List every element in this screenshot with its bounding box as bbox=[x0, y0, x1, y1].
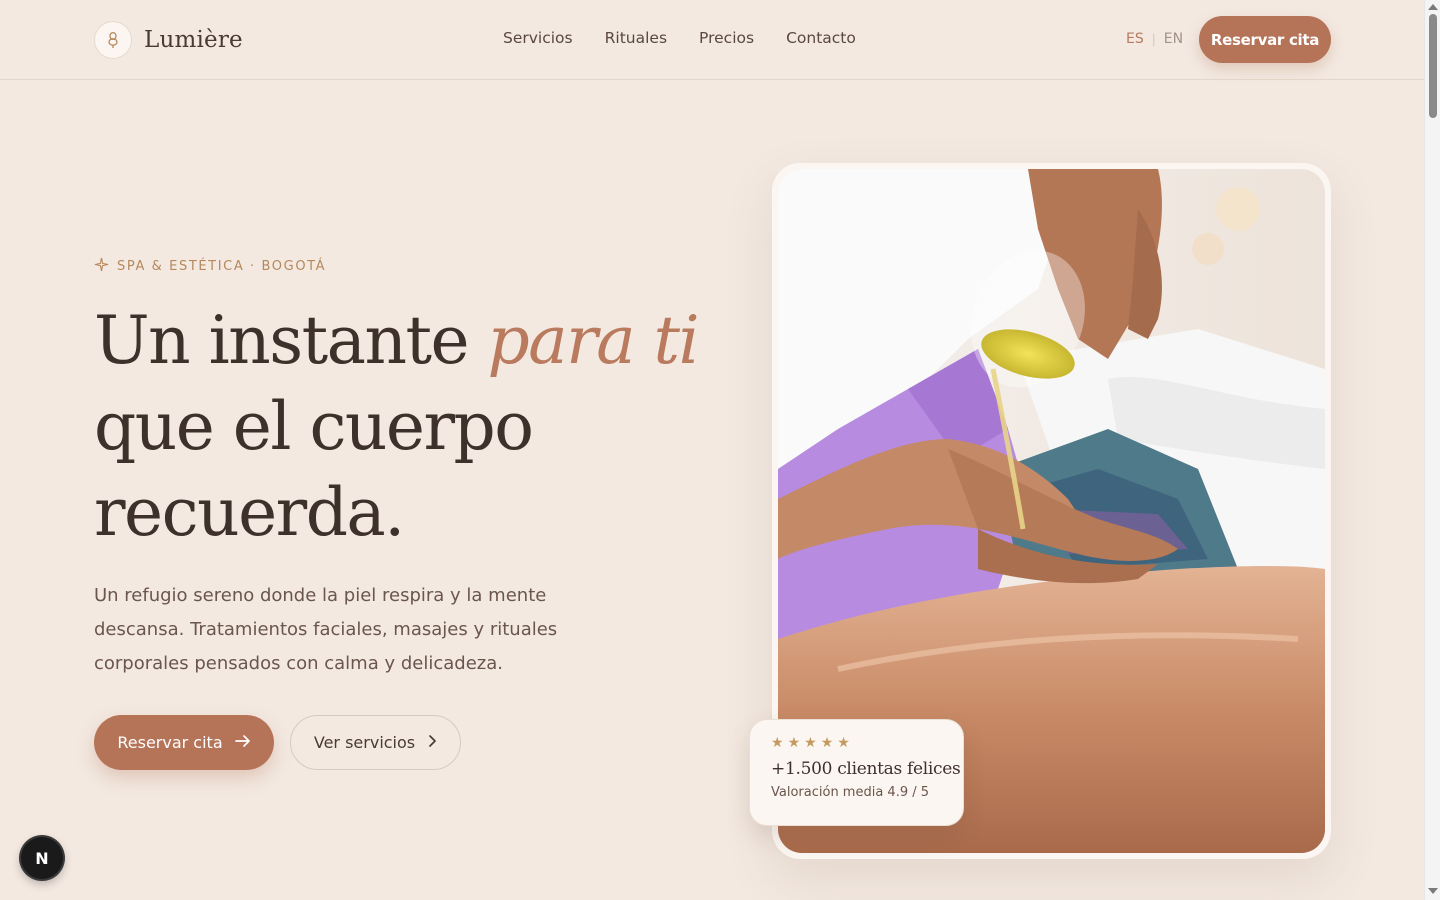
chevron-right-icon bbox=[427, 733, 437, 752]
lang-en[interactable]: EN bbox=[1164, 31, 1183, 47]
scroll-thumb[interactable] bbox=[1429, 14, 1437, 118]
lotus-icon bbox=[94, 21, 132, 59]
nav-precios[interactable]: Precios bbox=[699, 29, 754, 47]
title-part3: recuerda. bbox=[94, 474, 405, 551]
hero-description: Un refugio sereno donde la piel respira … bbox=[94, 585, 558, 674]
lang-separator: | bbox=[1151, 32, 1156, 46]
nav-rituales[interactable]: Rituales bbox=[605, 29, 667, 47]
title-part1: Un instante bbox=[94, 302, 488, 379]
star-icon: ★ bbox=[837, 735, 850, 751]
scroll-up-icon[interactable] bbox=[1428, 4, 1438, 10]
brand[interactable]: Lumière bbox=[94, 21, 243, 59]
star-icon: ★ bbox=[804, 735, 817, 751]
book-button-label: Reservar cita bbox=[117, 733, 223, 752]
language-switcher: ES | EN bbox=[1126, 31, 1183, 47]
header-book-button[interactable]: Reservar cita bbox=[1199, 16, 1331, 63]
book-appointment-button[interactable]: Reservar cita bbox=[94, 715, 274, 770]
scroll-down-icon[interactable] bbox=[1428, 888, 1438, 894]
star-icon: ★ bbox=[787, 735, 801, 751]
arrow-right-icon bbox=[234, 733, 251, 752]
site-header: Lumière Servicios Rituales Precios Conta… bbox=[0, 0, 1424, 80]
dev-tools-badge[interactable]: N bbox=[21, 837, 63, 879]
services-button-label: Ver servicios bbox=[313, 733, 416, 752]
title-part2: que el cuerpo bbox=[94, 388, 534, 465]
brand-name: Lumière bbox=[144, 27, 243, 53]
hero-title: Un instante para ti que el cuerpo recuer… bbox=[94, 298, 734, 556]
main-nav: Servicios Rituales Precios Contacto bbox=[503, 29, 856, 47]
title-accent: para ti bbox=[487, 302, 700, 379]
eyebrow-text: SPA & ESTÉTICA · BOGOTÁ bbox=[117, 259, 327, 274]
rating-subtitle: Valoración media 4.9 / 5 bbox=[771, 785, 930, 800]
hero-eyebrow: SPA & ESTÉTICA · BOGOTÁ bbox=[94, 257, 326, 276]
page-scrollbar[interactable] bbox=[1424, 0, 1440, 900]
star-rating: ★ ★ ★ ★ ★ bbox=[771, 736, 963, 750]
nav-servicios[interactable]: Servicios bbox=[503, 29, 573, 47]
lang-es[interactable]: ES bbox=[1126, 31, 1144, 47]
sparkle-icon bbox=[94, 257, 109, 276]
view-services-button[interactable]: Ver servicios bbox=[290, 715, 461, 770]
rating-card: ★ ★ ★ ★ ★ +1.500 clientas felices Valora… bbox=[749, 719, 964, 826]
star-icon: ★ bbox=[820, 735, 834, 751]
nav-contacto[interactable]: Contacto bbox=[786, 29, 856, 47]
star-icon: ★ bbox=[771, 735, 784, 751]
rating-title: +1.500 clientas felices bbox=[771, 759, 961, 779]
